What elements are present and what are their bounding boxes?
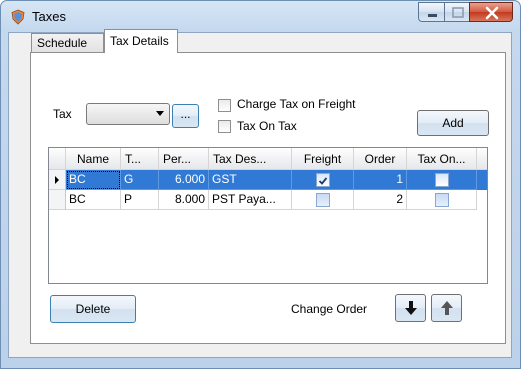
cell-freight[interactable] bbox=[292, 170, 354, 190]
charge-tax-on-freight-checkbox[interactable] bbox=[218, 99, 231, 112]
minimize-button[interactable] bbox=[418, 2, 445, 22]
cell-tax-description[interactable]: PST Paya... bbox=[209, 190, 292, 210]
maximize-button[interactable] bbox=[444, 2, 470, 22]
add-button[interactable]: Add bbox=[417, 110, 489, 136]
app-shield-icon bbox=[11, 9, 25, 25]
charge-tax-on-freight-label: Charge Tax on Freight bbox=[237, 97, 356, 111]
tax-on-tax-label: Tax On Tax bbox=[237, 119, 297, 133]
current-row-arrow-icon bbox=[55, 176, 59, 184]
column-header-tax-description[interactable]: Tax Des... bbox=[209, 148, 292, 170]
move-up-button[interactable] bbox=[431, 294, 462, 322]
column-header-type[interactable]: T... bbox=[121, 148, 159, 170]
arrow-up-icon bbox=[440, 301, 453, 315]
move-down-button[interactable] bbox=[395, 294, 426, 322]
tax-grid[interactable]: Name T... Per... Tax Des... Freight Orde… bbox=[48, 147, 488, 284]
column-header-tax-on-tax[interactable]: Tax On... bbox=[407, 148, 477, 170]
change-order-label: Change Order bbox=[291, 302, 368, 316]
tab-tax-details[interactable]: Tax Details bbox=[104, 29, 178, 53]
cell-order[interactable]: 1 bbox=[354, 170, 407, 190]
window-title: Taxes bbox=[32, 9, 66, 24]
column-header-order[interactable]: Order bbox=[354, 148, 407, 170]
close-icon bbox=[485, 6, 499, 20]
arrow-down-icon bbox=[404, 301, 417, 315]
tax-on-tax-grid-checkbox[interactable] bbox=[434, 193, 449, 207]
chevron-down-icon bbox=[156, 111, 164, 116]
table-row[interactable]: BC P 8.000 PST Paya... 2 bbox=[49, 190, 487, 210]
column-header-name[interactable]: Name bbox=[66, 148, 121, 170]
delete-button[interactable]: Delete bbox=[50, 295, 136, 323]
freight-checkbox[interactable] bbox=[315, 173, 330, 187]
freight-checkbox[interactable] bbox=[315, 193, 330, 207]
row-header[interactable] bbox=[49, 170, 66, 190]
cell-freight[interactable] bbox=[292, 190, 354, 210]
browse-tax-button[interactable]: ... bbox=[172, 104, 199, 128]
close-button[interactable] bbox=[469, 2, 513, 22]
title-bar[interactable]: Taxes bbox=[1, 1, 520, 33]
tab-schedule[interactable]: Schedule bbox=[31, 33, 104, 52]
grid-header: Name T... Per... Tax Des... Freight Orde… bbox=[49, 148, 487, 170]
cell-type[interactable]: P bbox=[121, 190, 159, 210]
cell-name[interactable]: BC bbox=[66, 190, 121, 210]
cell-name[interactable]: BC bbox=[66, 170, 121, 190]
cell-tax-on-tax[interactable] bbox=[407, 170, 477, 190]
row-header-corner bbox=[49, 148, 66, 170]
tax-on-tax-checkbox[interactable] bbox=[218, 120, 231, 133]
tax-label: Tax bbox=[53, 107, 72, 121]
row-header[interactable] bbox=[49, 190, 66, 210]
cell-order[interactable]: 2 bbox=[354, 190, 407, 210]
minimize-icon bbox=[428, 14, 437, 17]
cell-percent[interactable]: 6.000 bbox=[159, 170, 209, 190]
tax-on-tax-grid-checkbox[interactable] bbox=[434, 173, 449, 187]
cell-type[interactable]: G bbox=[121, 170, 159, 190]
table-row[interactable]: BC G 6.000 GST 1 bbox=[49, 170, 487, 190]
cell-percent[interactable]: 8.000 bbox=[159, 190, 209, 210]
checkmark-icon bbox=[318, 177, 327, 185]
column-header-freight[interactable]: Freight bbox=[292, 148, 354, 170]
column-header-percent[interactable]: Per... bbox=[159, 148, 209, 170]
tax-select[interactable] bbox=[86, 103, 170, 125]
cell-tax-on-tax[interactable] bbox=[407, 190, 477, 210]
maximize-icon bbox=[452, 7, 464, 18]
cell-tax-description[interactable]: GST bbox=[209, 170, 292, 190]
